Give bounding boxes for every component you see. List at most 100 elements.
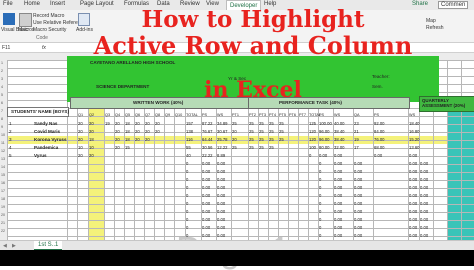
score-cell[interactable]: 120 xyxy=(309,137,316,142)
score-cell[interactable]: 25 xyxy=(259,145,264,150)
score-cell[interactable]: 15 xyxy=(125,145,130,150)
empty-score-cell[interactable]: 0.00 xyxy=(217,217,225,222)
score-cell[interactable]: 20 xyxy=(155,129,160,134)
score-cell[interactable]: 25 xyxy=(259,129,264,134)
empty-score-cell[interactable]: 0.00 xyxy=(217,193,225,198)
score-cell[interactable]: 0 xyxy=(309,153,311,158)
score-cell[interactable]: 20 xyxy=(78,121,83,126)
empty-score-cell[interactable]: 0.00 xyxy=(420,177,428,182)
score-cell[interactable]: 15.20 xyxy=(409,137,419,142)
score-cell[interactable]: 20 xyxy=(135,121,140,126)
score-cell[interactable]: 12.22 xyxy=(217,145,227,150)
score-cell[interactable]: 19 xyxy=(105,121,110,126)
empty-score-cell[interactable]: 0.00 xyxy=(354,225,362,230)
score-cell[interactable]: 10 xyxy=(89,145,94,150)
score-cell[interactable]: 25 xyxy=(269,137,274,142)
score-cell[interactable]: 30.56 xyxy=(202,145,212,150)
score-cell[interactable]: 18.40 xyxy=(409,121,419,126)
empty-score-cell[interactable]: 0.00 xyxy=(334,217,342,222)
score-cell[interactable]: 138 xyxy=(186,129,193,134)
score-cell[interactable]: 0.00 xyxy=(334,153,342,158)
score-cell[interactable]: 20 xyxy=(145,129,150,134)
empty-score-cell[interactable]: 0.00 xyxy=(420,193,428,198)
empty-score-cell[interactable]: 0 xyxy=(319,233,321,238)
score-cell[interactable]: 18 xyxy=(125,137,130,142)
empty-score-cell[interactable]: 0.00 xyxy=(420,201,428,206)
score-cell[interactable]: 20 xyxy=(155,121,160,126)
score-cell[interactable]: 38.40 xyxy=(334,137,344,142)
sheet-nav-next-icon[interactable]: ▶ xyxy=(12,243,16,249)
empty-score-cell[interactable]: 0.00 xyxy=(202,201,210,206)
score-cell[interactable]: 25 xyxy=(249,121,254,126)
empty-score-cell[interactable]: 0.00 xyxy=(409,169,417,174)
score-cell[interactable]: 92.00 xyxy=(374,121,384,126)
empty-score-cell[interactable]: 0.00 xyxy=(354,161,362,166)
score-cell[interactable]: 116 xyxy=(186,137,193,142)
empty-score-cell[interactable]: 0 xyxy=(319,169,321,174)
score-cell[interactable]: 34.89 xyxy=(217,121,227,126)
empty-score-cell[interactable]: 0.00 xyxy=(334,201,342,206)
score-cell[interactable]: 25 xyxy=(279,121,284,126)
empty-score-cell[interactable]: 0.00 xyxy=(202,217,210,222)
empty-score-cell[interactable]: 0 xyxy=(186,185,188,190)
empty-score-cell[interactable]: 0.00 xyxy=(354,177,362,182)
score-cell[interactable]: 32.00 xyxy=(334,145,344,150)
empty-score-cell[interactable]: 0.00 xyxy=(334,185,342,190)
empty-score-cell[interactable]: 0 xyxy=(186,209,188,214)
score-cell[interactable]: 25 xyxy=(259,121,264,126)
empty-score-cell[interactable]: 0 xyxy=(186,161,188,166)
empty-score-cell[interactable]: 0.00 xyxy=(354,201,362,206)
empty-score-cell[interactable]: 0.00 xyxy=(217,177,225,182)
empty-score-cell[interactable]: 0.00 xyxy=(420,161,428,166)
score-cell[interactable]: 25.78 xyxy=(217,137,227,142)
empty-score-cell[interactable]: 0.00 xyxy=(420,233,428,238)
score-cell[interactable]: 125 xyxy=(309,121,316,126)
empty-score-cell[interactable]: 0.00 xyxy=(202,193,210,198)
score-cell[interactable]: 40 xyxy=(186,153,191,158)
score-cell[interactable]: 0.00 xyxy=(374,153,382,158)
score-cell[interactable]: 96.00 xyxy=(319,137,329,142)
score-cell[interactable]: 76.00 xyxy=(374,137,384,142)
score-cell[interactable]: 68.00 xyxy=(374,145,384,150)
empty-score-cell[interactable]: 0.00 xyxy=(354,217,362,222)
score-cell[interactable]: 100 xyxy=(309,145,316,150)
empty-score-cell[interactable]: 0.00 xyxy=(409,233,417,238)
empty-score-cell[interactable]: 0.00 xyxy=(409,201,417,206)
score-cell[interactable]: 30.67 xyxy=(217,129,227,134)
empty-score-cell[interactable]: 0 xyxy=(319,177,321,182)
empty-score-cell[interactable]: 0 xyxy=(319,201,321,206)
empty-score-cell[interactable]: 0.00 xyxy=(354,233,362,238)
empty-score-cell[interactable]: 0.00 xyxy=(420,169,428,174)
empty-score-cell[interactable]: 0.00 xyxy=(354,185,362,190)
empty-score-cell[interactable]: 0.00 xyxy=(409,225,417,230)
score-cell[interactable]: 0.00 xyxy=(409,153,417,158)
score-cell[interactable]: 20 xyxy=(232,129,237,134)
score-cell[interactable]: 157 xyxy=(186,121,193,126)
empty-score-cell[interactable]: 0 xyxy=(186,169,188,174)
score-cell[interactable]: 20 xyxy=(89,153,94,158)
score-cell[interactable]: 25 xyxy=(249,137,254,142)
score-cell[interactable]: 20 xyxy=(145,137,150,142)
student-name[interactable]: Covid Maris xyxy=(34,129,60,134)
empty-score-cell[interactable]: 0 xyxy=(319,193,321,198)
score-cell[interactable]: 16.80 xyxy=(409,129,419,134)
score-cell[interactable]: 120 xyxy=(309,129,316,134)
student-name[interactable]: Vyrus xyxy=(34,153,47,158)
score-cell[interactable]: 20 xyxy=(115,145,120,150)
empty-score-cell[interactable]: 0.00 xyxy=(420,217,428,222)
score-cell[interactable]: 25 xyxy=(232,145,237,150)
empty-score-cell[interactable]: 0.00 xyxy=(409,209,417,214)
empty-score-cell[interactable]: 0.00 xyxy=(217,209,225,214)
score-cell[interactable]: 25 xyxy=(249,145,254,150)
empty-score-cell[interactable]: 0.00 xyxy=(217,185,225,190)
empty-score-cell[interactable]: 0.00 xyxy=(334,169,342,174)
empty-score-cell[interactable]: 0.00 xyxy=(334,161,342,166)
empty-score-cell[interactable]: 0.00 xyxy=(202,185,210,190)
empty-score-cell[interactable]: 0.00 xyxy=(334,233,342,238)
empty-score-cell[interactable]: 0 xyxy=(186,177,188,182)
empty-score-cell[interactable]: 0 xyxy=(319,217,321,222)
score-cell[interactable]: 25 xyxy=(279,137,284,142)
score-cell[interactable]: 8.89 xyxy=(217,153,225,158)
score-cell[interactable]: 96.00 xyxy=(319,129,329,134)
score-cell[interactable]: 20 xyxy=(89,129,94,134)
